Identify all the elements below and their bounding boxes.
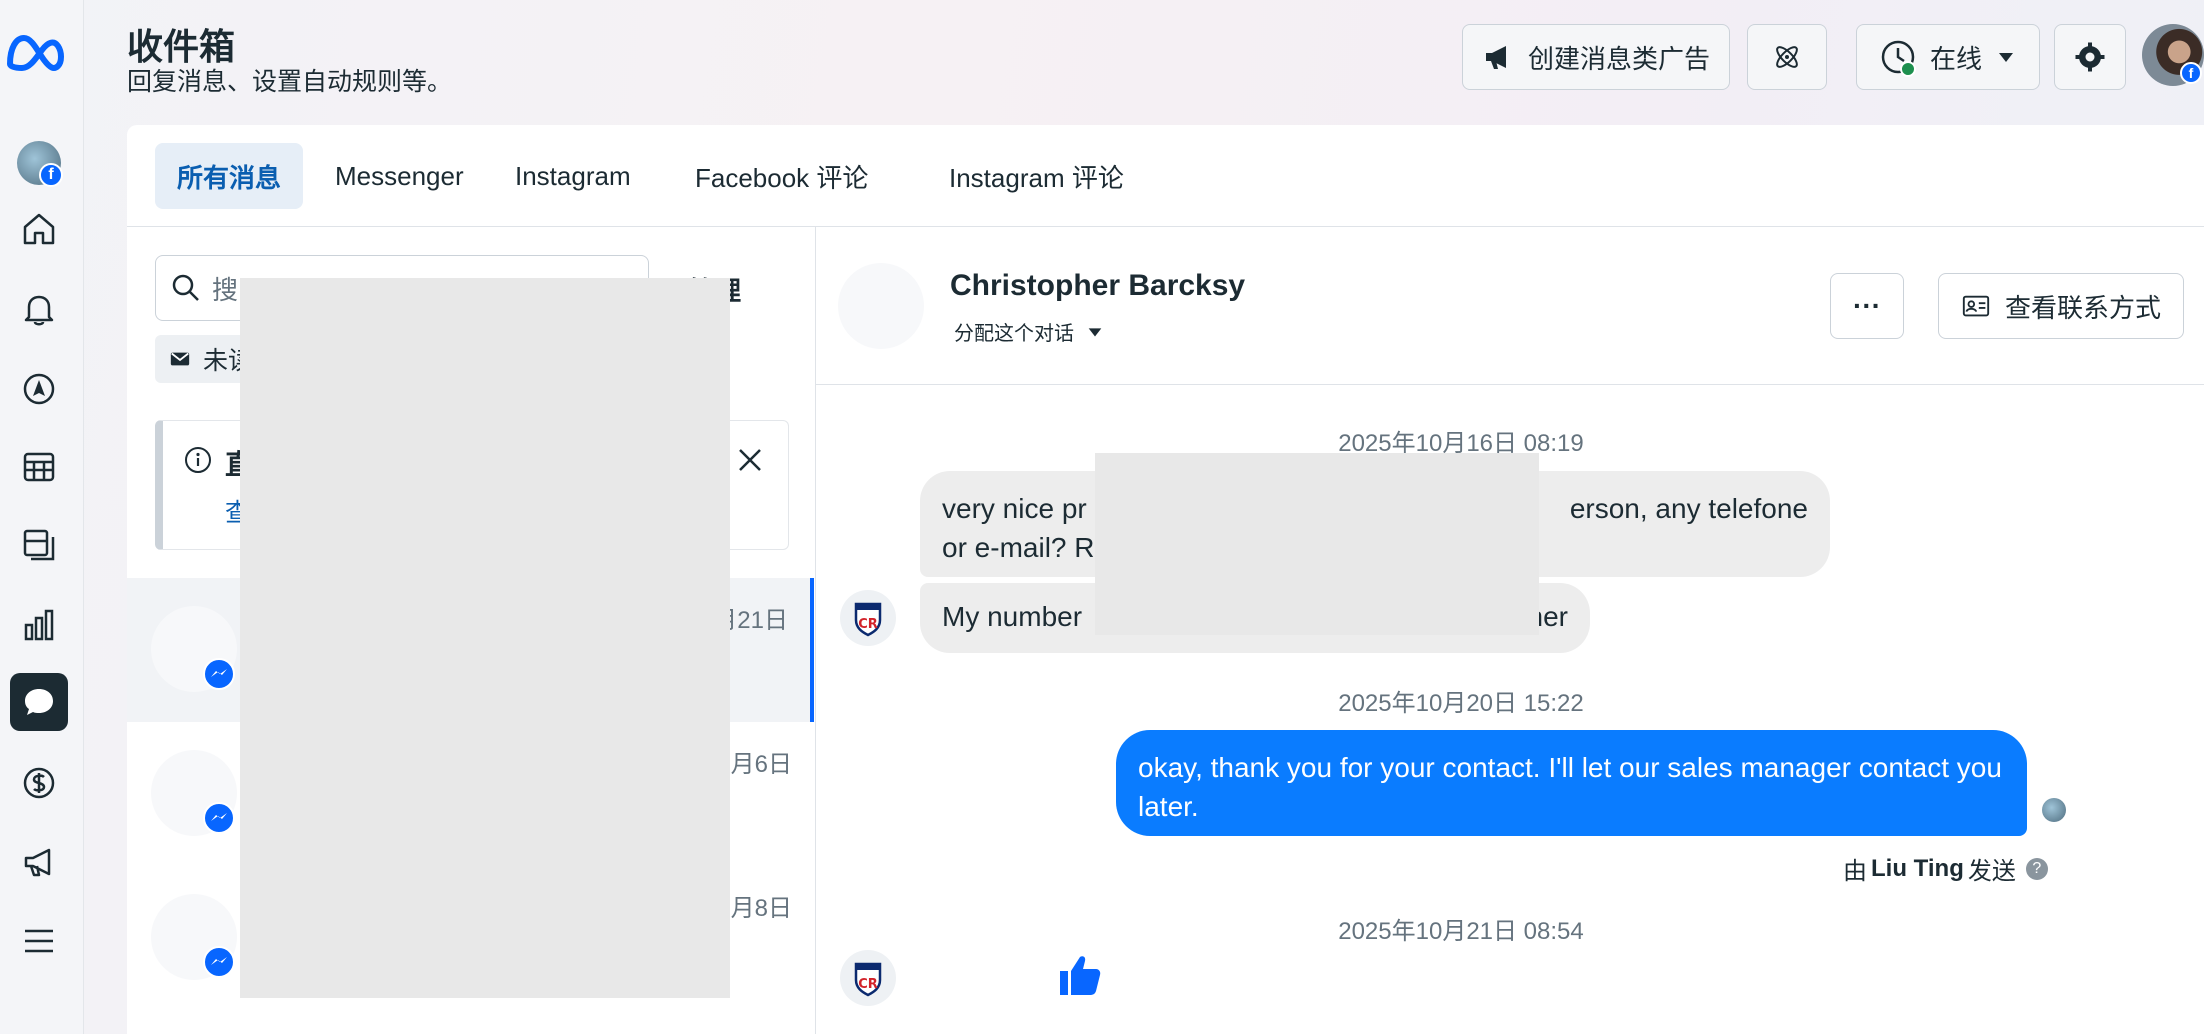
atom-icon [1776, 46, 1798, 68]
contact-avatar [838, 263, 924, 349]
team-crest-icon: CR [854, 602, 882, 637]
message-text: okay, thank you for your contact. I'll l… [1138, 752, 2002, 822]
caret-down-icon [1088, 327, 1102, 336]
tab-instagram[interactable]: Instagram [493, 143, 653, 209]
search-icon [172, 274, 199, 301]
bell-icon[interactable] [10, 280, 68, 338]
view-contact-button[interactable]: 查看联系方式 [1938, 273, 2184, 339]
redacted-area [240, 278, 730, 998]
caret-down-icon [1999, 53, 2013, 62]
thread-header: Christopher Barcksy 分配这个对话 ··· 查看联系方式 [816, 227, 2204, 385]
page-avatar[interactable]: f [10, 134, 68, 192]
svg-text:CR: CR [858, 977, 878, 992]
team-crest-icon: CR [854, 962, 882, 997]
sender-avatar: CR [840, 590, 896, 646]
more-options-button[interactable]: ··· [1830, 273, 1904, 339]
conversation-date: 月8日 [730, 895, 792, 922]
conversation-date: 月6日 [730, 751, 792, 778]
envelope-icon [170, 352, 190, 366]
inbox-chat-icon[interactable] [10, 673, 68, 731]
view-contact-label: 查看联系方式 [2004, 292, 2161, 323]
channel-tabs: 所有消息 Messenger Instagram Facebook 评论 Ins… [127, 125, 2204, 227]
close-icon[interactable] [735, 445, 765, 475]
tab-facebook-comments[interactable]: Facebook 评论 [673, 143, 890, 209]
message-text: My number [942, 601, 1083, 632]
sent-by-suffix: 发送 [1967, 858, 2016, 885]
megaphone-ads-icon[interactable] [10, 833, 68, 891]
left-rail: f [0, 0, 84, 1034]
table-icon[interactable] [10, 438, 68, 496]
help-icon[interactable]: ? [2025, 857, 2048, 880]
messenger-badge-icon [203, 658, 235, 690]
message-timestamp: 2025年10月20日 15:22 [1338, 690, 1584, 717]
page-subtitle: 回复消息、设置自动规则等。 [127, 68, 453, 96]
pages-icon[interactable] [10, 516, 68, 574]
monetization-icon[interactable] [10, 754, 68, 812]
thumbs-up-icon [1060, 956, 1101, 995]
messenger-badge-icon [203, 802, 235, 834]
create-message-ad-button[interactable]: 创建消息类广告 [1462, 24, 1730, 90]
megaphone-icon [1485, 46, 1506, 69]
outgoing-message: okay, thank you for your contact. I'll l… [1116, 730, 2027, 836]
insights-chart-icon[interactable] [10, 596, 68, 654]
facebook-badge-icon: f [2180, 62, 2202, 84]
search-placeholder: 搜 [212, 274, 239, 305]
globe-avatar-icon: f [17, 141, 63, 187]
gear-icon [2075, 42, 2105, 72]
sender-avatar [2042, 798, 2066, 822]
message-timestamp: 2025年10月21日 08:54 [1338, 918, 1584, 945]
status-dropdown[interactable]: 在线 [1856, 24, 2040, 90]
contact-card-icon [1962, 295, 1990, 317]
tab-messenger[interactable]: Messenger [313, 143, 486, 209]
sent-by-name: Liu Ting [1871, 854, 1964, 882]
automation-button[interactable] [1747, 24, 1827, 90]
contact-name[interactable]: Christopher Barcksy [950, 269, 1245, 303]
svg-text:CR: CR [858, 617, 878, 632]
meta-logo-icon[interactable] [4, 28, 66, 78]
create-message-ad-label: 创建消息类广告 [1527, 43, 1710, 74]
menu-icon[interactable] [10, 912, 68, 970]
message-text: erson, any telefone [1569, 493, 1808, 524]
sent-by-label: 由 Liu Ting 发送 ? [1843, 851, 2048, 886]
tab-all-messages[interactable]: 所有消息 [155, 143, 304, 209]
sent-by-prefix: 由 [1843, 858, 1867, 885]
info-icon [185, 447, 211, 473]
facebook-badge-icon: f [39, 163, 63, 187]
assign-label: 分配这个对话 [954, 323, 1074, 345]
messenger-badge-icon [203, 946, 235, 978]
sender-avatar: CR [840, 950, 896, 1006]
message-text: very nice pr [942, 493, 1087, 524]
redacted-area [1095, 453, 1539, 635]
assign-conversation-dropdown[interactable]: 分配这个对话 [954, 317, 1104, 346]
home-icon[interactable] [10, 200, 68, 258]
tab-instagram-comments[interactable]: Instagram 评论 [927, 143, 1146, 209]
online-dot [1899, 61, 1916, 77]
clock-status-icon [1880, 39, 1916, 77]
status-label: 在线 [1929, 43, 1982, 74]
navigation-icon[interactable] [10, 360, 68, 418]
settings-button[interactable] [2054, 24, 2126, 90]
